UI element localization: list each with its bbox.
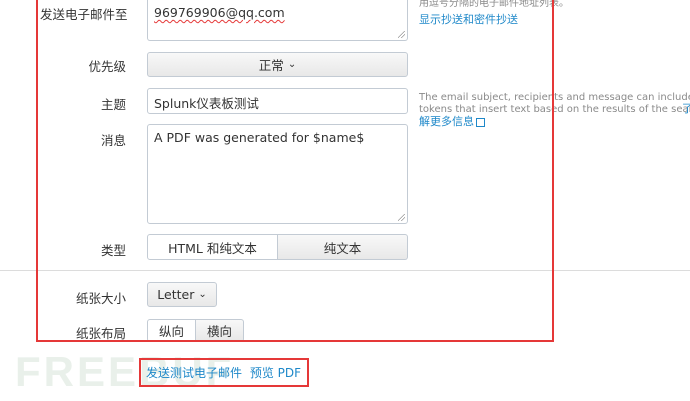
send-test-email-link[interactable]: 发送测试电子邮件 xyxy=(146,366,242,380)
actions-bar: 发送测试电子邮件 预览 PDF xyxy=(146,364,301,381)
form-highlight-box xyxy=(36,0,554,342)
preview-pdf-link[interactable]: 预览 PDF xyxy=(250,366,301,380)
learn-more-prefix: 了 xyxy=(682,102,690,115)
